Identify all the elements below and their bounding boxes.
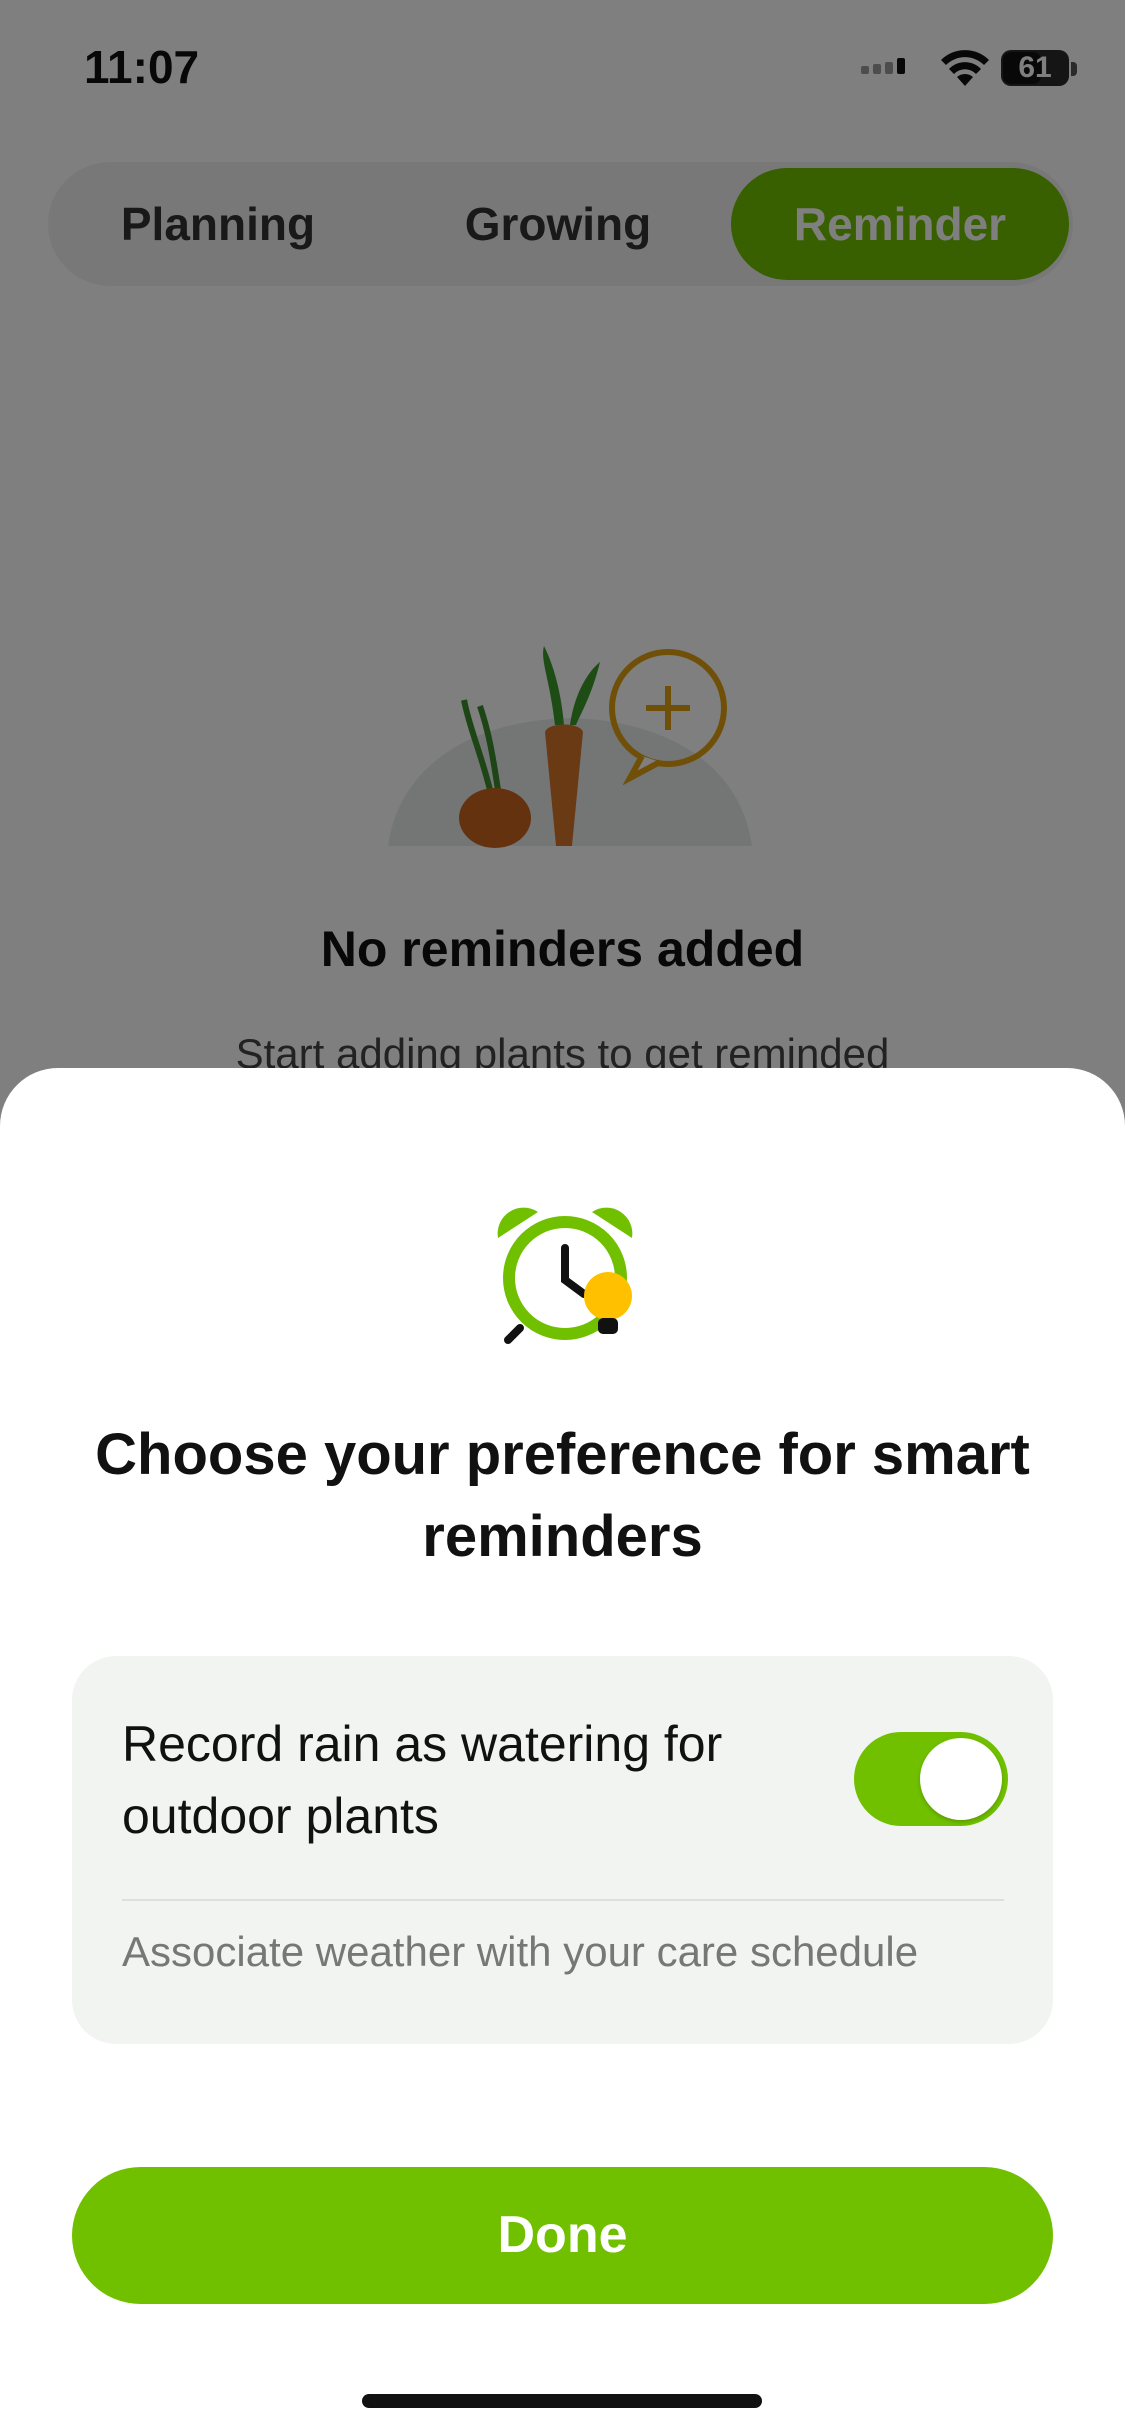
rain-watering-toggle[interactable] [854, 1732, 1008, 1826]
alarm-clock-bulb-icon [497, 1207, 633, 1344]
preference-card: Record rain as watering for outdoor plan… [72, 1656, 1053, 2044]
rain-watering-label: Record rain as watering for outdoor plan… [122, 1716, 723, 1844]
toggle-knob [920, 1738, 1002, 1820]
done-button[interactable]: Done [72, 2167, 1053, 2304]
smart-reminders-sheet: Choose your preference for smart reminde… [0, 1068, 1125, 2436]
sheet-title: Choose your preference for smart reminde… [95, 1422, 1030, 1569]
home-indicator [362, 2394, 762, 2408]
divider [122, 1899, 1004, 1901]
preference-description: Associate weather with your care schedul… [122, 1928, 919, 1975]
